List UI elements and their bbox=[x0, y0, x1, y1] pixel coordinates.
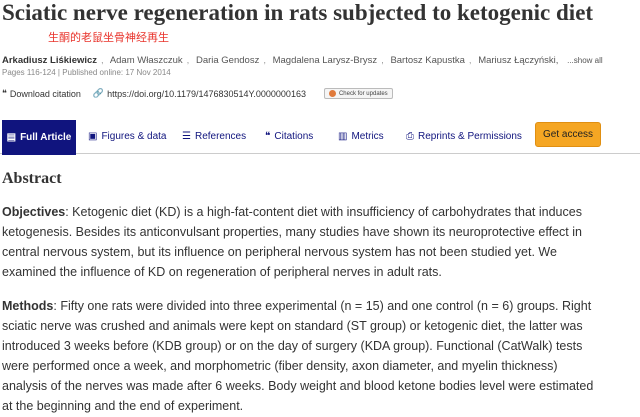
tab-figures[interactable]: ▣ Figures & data bbox=[88, 120, 167, 153]
author-link[interactable]: Daria Gendosz bbox=[196, 55, 259, 66]
document-icon: ▤ bbox=[6, 132, 17, 143]
tab-references[interactable]: ☰ References bbox=[182, 120, 246, 153]
image-icon: ▣ bbox=[88, 131, 98, 142]
download-citation-label: Download citation bbox=[9, 88, 81, 99]
tab-label: References bbox=[194, 131, 247, 142]
tab-full-article[interactable]: ▤ Full Article bbox=[2, 120, 76, 155]
print-icon: ⎙ bbox=[406, 131, 414, 142]
author-link[interactable]: Arkadiusz Liśkiewicz bbox=[2, 55, 97, 66]
quote-icon: ❝ bbox=[2, 88, 7, 98]
publication-info: Pages 116-124 | Published online: 17 Nov… bbox=[2, 68, 171, 77]
bar-chart-icon: ▥ bbox=[338, 131, 348, 142]
objectives-paragraph: Objectives: Ketogenic diet (KD) is a hig… bbox=[2, 202, 602, 282]
methods-paragraph: Methods: Fifty one rats were divided int… bbox=[2, 296, 602, 416]
chinese-annotation: 生酮的老鼠坐骨神经再生 bbox=[48, 31, 169, 44]
download-citation-link[interactable]: ❝ Download citation bbox=[2, 88, 81, 99]
tab-metrics[interactable]: ▥ Metrics bbox=[338, 120, 384, 153]
objectives-text: : Ketogenic diet (KD) is a high-fat-cont… bbox=[2, 205, 582, 279]
author-list: Arkadiusz Liśkiewicz, Adam Właszczuk, Da… bbox=[2, 55, 603, 66]
tab-label: Figures & data bbox=[101, 131, 167, 142]
author-link[interactable]: Bartosz Kapustka bbox=[390, 55, 464, 66]
show-all-authors-link[interactable]: ...show all bbox=[567, 56, 603, 65]
tab-reprints[interactable]: ⎙ Reprints & Permissions bbox=[406, 120, 522, 153]
tab-label: Reprints & Permissions bbox=[418, 131, 522, 142]
check-for-updates-label: Check for updates bbox=[338, 90, 388, 97]
article-title-text: Sciatic nerve regeneration in rats subje… bbox=[2, 0, 594, 25]
tab-label: Full Article bbox=[20, 132, 72, 143]
author-link[interactable]: Mariusz Łączyński, bbox=[478, 55, 558, 66]
tab-label: Metrics bbox=[351, 131, 384, 142]
tab-citations[interactable]: ❝ Citations bbox=[265, 120, 313, 153]
objectives-label: Objectives bbox=[2, 205, 66, 219]
methods-label: Methods bbox=[2, 299, 54, 313]
author-link[interactable]: Magdalena Larysz-Brysz bbox=[273, 55, 378, 66]
crossmark-icon bbox=[328, 90, 336, 97]
check-for-updates-button[interactable]: Check for updates bbox=[323, 88, 393, 99]
author-link[interactable]: Adam Właszczuk bbox=[110, 55, 183, 66]
abstract-heading: Abstract bbox=[2, 170, 62, 187]
list-icon: ☰ bbox=[182, 131, 191, 142]
quote-icon: ❝ bbox=[265, 131, 271, 142]
article-title: Sciatic nerve regeneration in rats subje… bbox=[2, 0, 638, 54]
tab-label: Citations bbox=[274, 131, 314, 142]
get-access-button[interactable]: Get access bbox=[535, 122, 601, 147]
doi-label: https://doi.org/10.1179/1476830514Y.0000… bbox=[107, 88, 306, 99]
doi-link[interactable]: 🔗 https://doi.org/10.1179/1476830514Y.00… bbox=[93, 88, 306, 99]
citation-links: ❝ Download citation 🔗 https://doi.org/10… bbox=[2, 88, 393, 99]
methods-text: : Fifty one rats were divided into three… bbox=[2, 299, 594, 413]
link-icon: 🔗 bbox=[92, 88, 105, 98]
